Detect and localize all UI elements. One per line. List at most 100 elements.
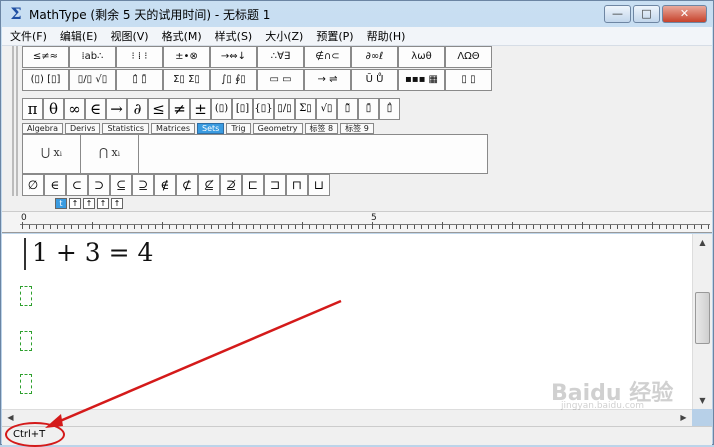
infinity-button[interactable]: ∞ (64, 98, 85, 120)
menu-view[interactable]: 视图(V) (110, 28, 148, 44)
square-superset-button[interactable]: ⊐ (264, 174, 286, 196)
parentheses-button[interactable]: (▯) (211, 98, 232, 120)
integral-templates-button[interactable]: ∫▯ ∮▯ (210, 69, 257, 91)
tab-derivs[interactable]: Derivs (64, 123, 101, 134)
relations-palette-button[interactable]: ≤≠≈ (22, 46, 69, 68)
set-symbols-row: ∅ ∈ ⊂ ⊃ ⊆ ⊇ ∉ ⊄ ⊈ ⊉ ⊏ ⊐ ⊓ ⊔ (22, 174, 330, 196)
intersection-template-button[interactable]: ⋂ xᵢ (81, 135, 139, 173)
logic-palette-button[interactable]: ∴∀∃ (257, 46, 304, 68)
tab-trig[interactable]: Trig (226, 123, 251, 134)
menu-format[interactable]: 格式(M) (162, 28, 202, 44)
maximize-button[interactable]: □ (633, 5, 660, 23)
bar-templates-button[interactable]: ▭ ▭ (257, 69, 304, 91)
embellishments-palette-button[interactable]: ⁝ ⁞ ⁝ (116, 46, 163, 68)
subset-equal-button[interactable]: ⊆ (110, 174, 132, 196)
tab-algebra[interactable]: Algebra (22, 123, 63, 134)
square-subset-button[interactable]: ⊏ (242, 174, 264, 196)
toolbar-grip[interactable] (12, 46, 18, 196)
fraction-radical-templates-button[interactable]: ▯/▯ √▯ (69, 69, 116, 91)
summation-templates-button[interactable]: Σ▯ Σ▯ (163, 69, 210, 91)
arrow-button[interactable]: → (106, 98, 127, 120)
arrows-palette-button[interactable]: →⇔↓ (210, 46, 257, 68)
menu-style[interactable]: 样式(S) (215, 28, 253, 44)
style-nudge-button[interactable]: ↑ (69, 198, 81, 209)
scroll-down-icon[interactable]: ▼ (693, 392, 712, 409)
square-cap-button[interactable]: ⊓ (286, 174, 308, 196)
ruler-tick (78, 225, 79, 229)
sum-button[interactable]: Σ▯ (295, 98, 316, 120)
matrix-templates-button[interactable]: ▪▪▪ ▦ (398, 69, 445, 91)
operators-palette-button[interactable]: ±•⊗ (163, 46, 210, 68)
style-nudge-button[interactable]: ↑ (83, 198, 95, 209)
subset-button[interactable]: ⊂ (66, 174, 88, 196)
ruler-tick (99, 225, 100, 229)
plus-minus-button[interactable]: ± (190, 98, 211, 120)
subscript-templates-button[interactable]: ▯̂ ▯̄ (116, 69, 163, 91)
menu-size[interactable]: 大小(Z) (265, 28, 303, 44)
symbol-palette: ≤≠≈ ⁞ab∴ ⁝ ⁞ ⁝ ±•⊗ →⇔↓ ∴∀∃ ∉∩⊂ ∂∞ℓ λωθ Λ… (22, 46, 498, 196)
style-nudge-button[interactable]: ↑ (111, 198, 123, 209)
menu-file[interactable]: 文件(F) (10, 28, 47, 44)
product-templates-button[interactable]: Ū Ů (351, 69, 398, 91)
not-subset-equal-button[interactable]: ⊈ (198, 174, 220, 196)
greek-upper-palette-button[interactable]: ΛΩΘ (445, 46, 492, 68)
style-nudge-button[interactable]: ↑ (97, 198, 109, 209)
square-cup-button[interactable]: ⊔ (308, 174, 330, 196)
tab-sets[interactable]: Sets (197, 123, 225, 134)
vertical-scrollbar[interactable]: ▲ ▼ (692, 234, 712, 409)
set-theory-palette-button[interactable]: ∉∩⊂ (304, 46, 351, 68)
tab-geometry[interactable]: Geometry (252, 123, 303, 134)
hat-button[interactable]: ▯̂ (379, 98, 400, 120)
pi-button[interactable]: π (22, 98, 43, 120)
braces-button[interactable]: {▯} (253, 98, 274, 120)
horizontal-scrollbar[interactable]: ◀ ▶ (2, 409, 692, 426)
brackets-button[interactable]: [▯] (232, 98, 253, 120)
ruler[interactable]: 0 5 (2, 211, 712, 233)
ruler-tick (295, 225, 296, 229)
scroll-right-icon[interactable]: ▶ (675, 410, 692, 426)
scroll-thumb[interactable] (695, 292, 710, 344)
box-templates-button[interactable]: ▯ ▯ (445, 69, 492, 91)
sqrt-button[interactable]: √▯ (316, 98, 337, 120)
not-superset-equal-button[interactable]: ⊉ (220, 174, 242, 196)
equation-text[interactable]: 1 + 3 = 4 (32, 238, 153, 267)
tilde-button[interactable]: ▯̃ (337, 98, 358, 120)
tab-9[interactable]: 标签 9 (340, 123, 374, 134)
superset-equal-button[interactable]: ⊇ (132, 174, 154, 196)
spaces-palette-button[interactable]: ⁞ab∴ (69, 46, 116, 68)
minimize-button[interactable]: — (604, 5, 631, 23)
menu-help[interactable]: 帮助(H) (367, 28, 406, 44)
element-of-button[interactable]: ∈ (85, 98, 106, 120)
less-equal-button[interactable]: ≤ (148, 98, 169, 120)
not-equal-button[interactable]: ≠ (169, 98, 190, 120)
union-template-button[interactable]: ⋃ xᵢ (23, 135, 81, 173)
close-button[interactable]: ✕ (662, 5, 707, 23)
not-subset-button[interactable]: ⊄ (176, 174, 198, 196)
empty-slot[interactable] (20, 286, 32, 306)
ruler-tick (211, 225, 212, 229)
theta-button[interactable]: θ (43, 98, 64, 120)
empty-slot[interactable] (20, 331, 32, 351)
ruler-tick (267, 225, 268, 229)
element-of-set-button[interactable]: ∈ (44, 174, 66, 196)
empty-set-button[interactable]: ∅ (22, 174, 44, 196)
superset-button[interactable]: ⊃ (88, 174, 110, 196)
ruler-tick (421, 225, 422, 229)
style-text-button[interactable]: t (55, 198, 67, 209)
not-element-button[interactable]: ∉ (154, 174, 176, 196)
scroll-up-icon[interactable]: ▲ (693, 234, 712, 251)
tab-statistics[interactable]: Statistics (102, 123, 150, 134)
tab-matrices[interactable]: Matrices (151, 123, 195, 134)
title-bar[interactable]: Σ MathType (剩余 5 天的试用时间) - 无标题 1 — □ ✕ (1, 1, 713, 27)
tab-8[interactable]: 标签 8 (304, 123, 339, 134)
partial-button[interactable]: ∂ (127, 98, 148, 120)
fence-templates-button[interactable]: (▯) [▯] (22, 69, 69, 91)
misc-symbols-palette-button[interactable]: ∂∞ℓ (351, 46, 398, 68)
greek-lower-palette-button[interactable]: λωθ (398, 46, 445, 68)
overbar-button[interactable]: ▯̄ (358, 98, 379, 120)
labeled-arrow-templates-button[interactable]: → ⇌ (304, 69, 351, 91)
empty-slot[interactable] (20, 374, 32, 394)
menu-edit[interactable]: 编辑(E) (60, 28, 98, 44)
menu-preferences[interactable]: 预置(P) (316, 28, 353, 44)
fraction-button[interactable]: ▯/▯ (274, 98, 295, 120)
